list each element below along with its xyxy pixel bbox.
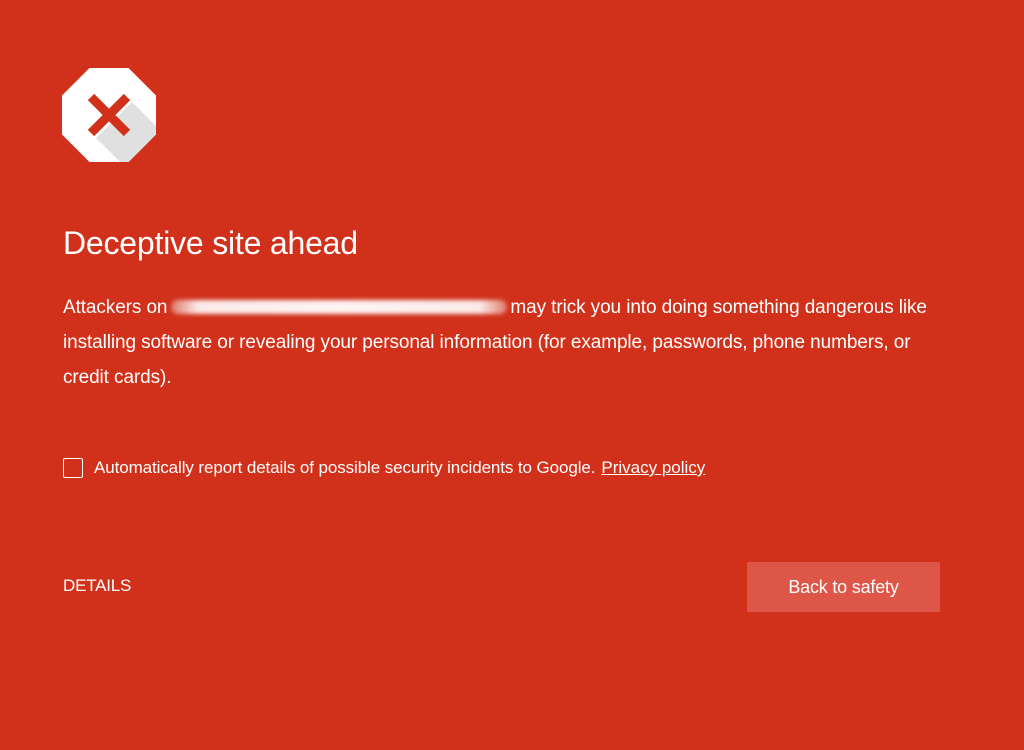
details-link[interactable]: DETAILS (63, 576, 131, 596)
message-prefix: Attackers on (63, 297, 168, 318)
back-to-safety-button[interactable]: Back to safety (747, 562, 940, 612)
report-option: Automatically report details of possible… (63, 455, 705, 481)
privacy-policy-link[interactable]: Privacy policy (601, 458, 705, 478)
page-title: Deceptive site ahead (63, 225, 358, 261)
redacted-domain (171, 300, 508, 314)
stop-sign-x-icon (62, 68, 156, 162)
interstitial-page: Deceptive site ahead Attackers on may tri… (0, 0, 1024, 750)
report-label: Automatically report details of possible… (94, 458, 596, 477)
report-checkbox[interactable] (63, 458, 83, 478)
warning-message: Attackers on may trick you into doing som… (63, 290, 943, 395)
